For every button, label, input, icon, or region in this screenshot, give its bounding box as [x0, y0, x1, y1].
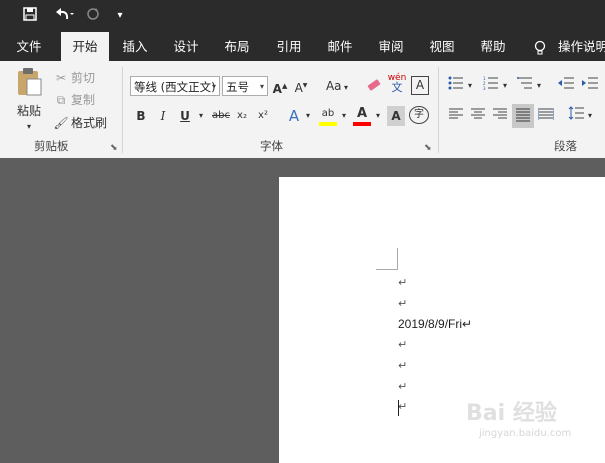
cut-button[interactable]: 剪切: [71, 68, 101, 88]
bold-button[interactable]: B: [133, 106, 149, 126]
paragraph-mark: ↵: [398, 400, 408, 413]
paragraph-mark: ↵: [398, 297, 408, 310]
paragraph-mark: ↵: [398, 380, 408, 393]
paragraph-mark: ↵: [398, 276, 408, 289]
paste-dropdown-icon[interactable]: ▾: [22, 117, 36, 137]
font-name-value: 等线 (西文正文): [134, 80, 216, 94]
chevron-down-icon: ▾: [211, 82, 216, 91]
font-size-value: 五号: [226, 80, 249, 94]
text-cursor: [398, 400, 399, 416]
bullets-icon[interactable]: [446, 76, 466, 96]
highlight-button[interactable]: ab: [318, 104, 338, 124]
undo-icon[interactable]: [50, 6, 76, 26]
format-painter-icon[interactable]: 🖌: [52, 113, 70, 133]
superscript-button[interactable]: x²: [255, 106, 271, 126]
watermark-logo: Bai 经验: [466, 401, 557, 426]
paste-icon[interactable]: [12, 67, 46, 97]
enclose-characters-button[interactable]: 字: [409, 106, 429, 124]
margin-corner-mark: [397, 248, 398, 270]
line-spacing-dropdown-icon[interactable]: ▾: [586, 106, 594, 126]
underline-dropdown-icon[interactable]: ▾: [196, 106, 206, 126]
format-painter-button[interactable]: 格式刷: [71, 113, 113, 133]
change-case-label: Aa: [325, 79, 342, 93]
highlight-label: ab: [321, 108, 335, 119]
margin-corner-mark: [376, 269, 398, 270]
tab-file[interactable]: 文件: [10, 32, 48, 61]
tab-help[interactable]: 帮助: [474, 32, 512, 61]
font-color-swatch: [353, 122, 371, 126]
clear-formatting-icon[interactable]: [366, 76, 382, 96]
group-divider: [122, 67, 123, 153]
bullets-dropdown-icon[interactable]: ▾: [466, 76, 474, 96]
copy-icon[interactable]: ⧉: [52, 90, 70, 110]
align-center-icon[interactable]: [468, 106, 488, 126]
tab-view[interactable]: 视图: [423, 32, 461, 61]
italic-button[interactable]: I: [155, 106, 171, 126]
text-effects-dropdown-icon[interactable]: ▾: [303, 106, 313, 126]
decrease-indent-icon[interactable]: [556, 76, 576, 96]
text-effects-button[interactable]: A: [286, 106, 302, 126]
font-name-dropdown[interactable]: 等线 (西文正文) ▾: [130, 76, 220, 96]
numbering-icon[interactable]: 123: [481, 76, 501, 96]
tab-layout[interactable]: 布局: [218, 32, 256, 61]
font-size-dropdown[interactable]: 五号 ▾: [222, 76, 268, 96]
customize-qat-icon[interactable]: ▾: [114, 6, 126, 26]
clipboard-group-label: 剪贴板: [34, 139, 69, 153]
svg-text:3: 3: [483, 86, 486, 90]
phonetic-guide-button[interactable]: wén 文: [387, 73, 407, 93]
font-group-label: 字体: [260, 139, 283, 153]
multilevel-list-icon[interactable]: [515, 76, 535, 96]
highlight-color-swatch: [319, 122, 337, 126]
subscript-button[interactable]: x₂: [234, 106, 250, 126]
save-icon[interactable]: [20, 6, 40, 26]
multilevel-list-dropdown-icon[interactable]: ▾: [535, 76, 543, 96]
paragraph-mark: ↵: [398, 359, 408, 372]
font-launcher-icon[interactable]: ⬊: [424, 143, 432, 153]
tab-home[interactable]: 开始: [61, 32, 109, 61]
tell-me-search[interactable]: 操作说明: [558, 32, 605, 61]
underline-button[interactable]: U: [177, 106, 193, 126]
clipboard-launcher-icon[interactable]: ⬊: [110, 143, 118, 153]
group-divider: [438, 67, 439, 153]
grow-font-icon[interactable]: A▲: [272, 76, 288, 96]
align-right-icon[interactable]: [490, 106, 510, 126]
cut-icon[interactable]: ✂: [52, 68, 70, 88]
tab-review[interactable]: 审阅: [372, 32, 410, 61]
tab-mailings[interactable]: 邮件: [321, 32, 359, 61]
tab-design[interactable]: 设计: [167, 32, 205, 61]
chevron-down-icon: ▾: [259, 82, 264, 91]
ribbon-tab-bar: 文件 开始 插入 设计 布局 引用 邮件 审阅 视图 帮助 操作说明: [0, 32, 605, 61]
copy-button[interactable]: 复制: [71, 90, 101, 110]
align-left-icon[interactable]: [446, 106, 466, 126]
change-case-button[interactable]: Aa ▾: [322, 76, 352, 96]
numbering-dropdown-icon[interactable]: ▾: [501, 76, 509, 96]
ribbon-home: 粘贴 ▾ ✂ 剪切 ⧉ 复制 🖌 格式刷 剪贴板 ⬊ 等线 (西文正文) ▾ 五…: [0, 61, 605, 158]
redo-icon[interactable]: [84, 6, 102, 26]
date-text: 2019/8/9/Fri↵: [398, 317, 473, 331]
justify-icon[interactable]: [512, 104, 534, 128]
font-color-dropdown-icon[interactable]: ▾: [373, 106, 383, 126]
quick-access-toolbar: ▾: [0, 0, 605, 32]
character-shading-button[interactable]: A: [387, 106, 405, 126]
font-color-button[interactable]: A: [352, 104, 372, 124]
increase-indent-icon[interactable]: [580, 76, 600, 96]
paragraph-group-label: 段落: [554, 139, 577, 153]
character-border-button[interactable]: A: [411, 76, 429, 95]
tab-references[interactable]: 引用: [270, 32, 308, 61]
highlight-dropdown-icon[interactable]: ▾: [339, 106, 349, 126]
paragraph-mark: ↵: [398, 338, 408, 351]
watermark-url: jingyan.baidu.com: [479, 428, 572, 439]
shrink-font-icon[interactable]: A▼: [293, 76, 309, 96]
line-spacing-icon[interactable]: [566, 106, 586, 126]
strikethrough-button[interactable]: abc: [210, 106, 232, 126]
distributed-icon[interactable]: [536, 106, 556, 126]
tab-insert[interactable]: 插入: [116, 32, 154, 61]
lightbulb-icon[interactable]: [532, 32, 548, 61]
